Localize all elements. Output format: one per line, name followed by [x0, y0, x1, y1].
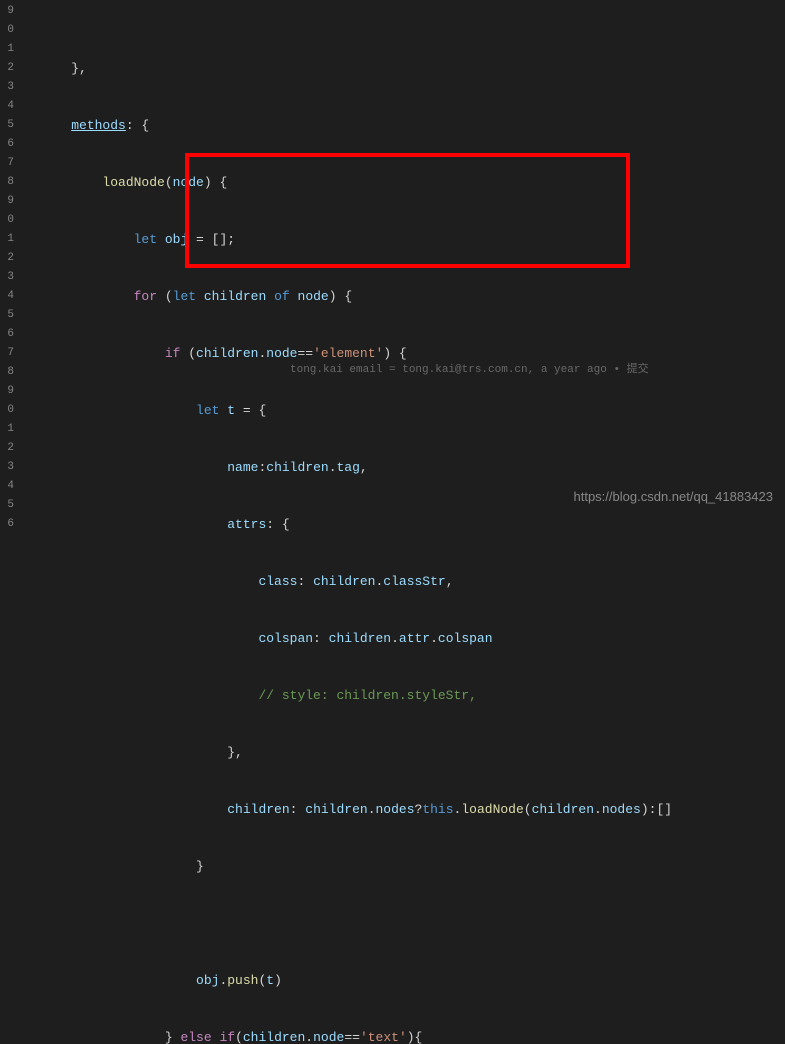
code-area[interactable]: }, methods: { loadNode(node) { let obj =…: [22, 0, 785, 522]
code-line: attrs: {: [40, 515, 785, 534]
line-number: 5: [0, 496, 14, 515]
line-number: 3: [0, 78, 14, 97]
code-line: obj.push(t): [40, 971, 785, 990]
line-number: 6: [0, 515, 14, 534]
line-number: 8: [0, 363, 14, 382]
line-gutter: 9012345678901234567890123456: [0, 0, 22, 522]
code-line: }: [40, 857, 785, 876]
watermark: https://blog.csdn.net/qq_41883423: [574, 489, 774, 504]
line-number: 2: [0, 59, 14, 78]
line-number: 4: [0, 477, 14, 496]
code-line: let obj = [];: [40, 230, 785, 249]
line-number: 0: [0, 211, 14, 230]
code-line: colspan: children.attr.colspan: [40, 629, 785, 648]
line-number: 3: [0, 458, 14, 477]
line-number: 4: [0, 287, 14, 306]
code-editor[interactable]: 9012345678901234567890123456 }, methods:…: [0, 0, 785, 522]
code-line: for (let children of node) {: [40, 287, 785, 306]
line-number: 6: [0, 325, 14, 344]
line-number: 2: [0, 439, 14, 458]
line-number: 1: [0, 420, 14, 439]
line-number: 4: [0, 97, 14, 116]
line-number: 6: [0, 135, 14, 154]
line-number: 0: [0, 401, 14, 420]
line-number: 9: [0, 192, 14, 211]
code-line: methods: {: [40, 116, 785, 135]
code-line: },: [40, 59, 785, 78]
line-number: 1: [0, 230, 14, 249]
line-number: 8: [0, 173, 14, 192]
code-line: loadNode(node) {: [40, 173, 785, 192]
line-number: 3: [0, 268, 14, 287]
line-number: 5: [0, 306, 14, 325]
line-number: 9: [0, 2, 14, 21]
code-line: } else if(children.node=='text'){: [40, 1028, 785, 1044]
line-number: 5: [0, 116, 14, 135]
code-line: class: children.classStr,: [40, 572, 785, 591]
code-line: // style: children.styleStr,: [40, 686, 785, 705]
line-number: 7: [0, 344, 14, 363]
git-blame-annotation: tong.kai email = tong.kai@trs.com.cn, a …: [290, 361, 649, 380]
code-line: },: [40, 743, 785, 762]
code-line: let t = {: [40, 401, 785, 420]
code-line: [40, 914, 785, 933]
code-line: children: children.nodes?this.loadNode(c…: [40, 800, 785, 819]
highlight-box: [185, 153, 630, 268]
code-line: name:children.tag,: [40, 458, 785, 477]
line-number: 9: [0, 382, 14, 401]
line-number: 1: [0, 40, 14, 59]
line-number: 2: [0, 249, 14, 268]
line-number: 0: [0, 21, 14, 40]
line-number: 7: [0, 154, 14, 173]
